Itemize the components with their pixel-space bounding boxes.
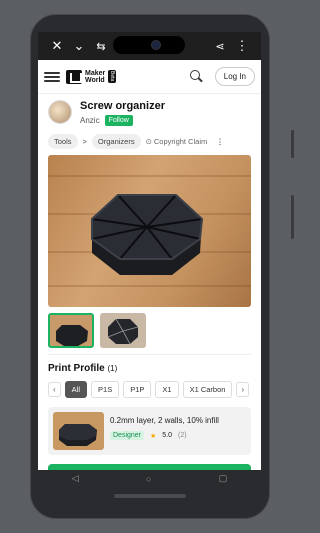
profile-description: 0.2mm layer, 2 walls, 10% infill (110, 416, 219, 425)
star-icon: ★ (150, 432, 157, 440)
rating-count: (2) (178, 432, 187, 439)
organizer-render (91, 194, 204, 275)
chevron-down-icon[interactable]: ⌄ (68, 36, 90, 56)
brand-line1: Maker (85, 69, 106, 77)
tune-icon[interactable]: ⇆ (90, 36, 112, 56)
filter-p1p[interactable]: P1P (123, 381, 152, 398)
gesture-pill (114, 494, 186, 498)
filter-prev-icon[interactable]: ‹ (48, 382, 61, 397)
print-profile-label: Print Profile (48, 363, 105, 374)
app-header: Maker World Beta Log In (38, 60, 261, 94)
printer-filters: ‹ All P1S P1P X1 X1 Carbon › (48, 381, 251, 398)
close-icon[interactable]: ✕ (46, 36, 68, 56)
breadcrumb: Tools > Organizers ⊙ Copyright Claim ⋮ (48, 134, 251, 149)
main-content: Screw organizer Anzic Follow Tools > Org… (38, 94, 261, 470)
filter-x1-carbon[interactable]: X1 Carbon (182, 381, 233, 398)
author-avatar[interactable] (48, 100, 72, 124)
brand-mark-icon (66, 69, 82, 84)
follow-button[interactable]: Follow (104, 115, 133, 126)
breadcrumb-tools[interactable]: Tools (48, 134, 78, 149)
copyright-claim-link[interactable]: ⊙ Copyright Claim (146, 137, 208, 146)
brand-line2: World (85, 76, 105, 84)
camera-cutout (113, 36, 185, 54)
thumbnail-1[interactable] (48, 313, 94, 348)
breadcrumb-separator: > (82, 137, 87, 146)
profile-thumbnail (53, 412, 104, 450)
filter-p1s[interactable]: P1S (91, 381, 120, 398)
print-profile-count: (1) (107, 364, 118, 373)
share-icon[interactable]: ⋖ (209, 36, 231, 56)
print-profile-card[interactable]: 0.2mm layer, 2 walls, 10% infill Designe… (48, 407, 251, 455)
rating-value: 5.0 (162, 432, 173, 439)
more-vert-icon[interactable]: ⋮ (231, 36, 253, 56)
thumbnail-2[interactable] (100, 313, 146, 348)
model-title: Screw organizer (80, 100, 165, 112)
beta-badge: Beta (108, 70, 117, 83)
filter-all[interactable]: All (64, 381, 88, 398)
volume-button (291, 130, 294, 158)
brand-logo[interactable]: Maker World Beta (66, 69, 117, 84)
filter-next-icon[interactable]: › (236, 382, 250, 397)
copyright-icon: ⊙ (145, 137, 152, 146)
login-button[interactable]: Log In (214, 67, 255, 86)
back-nav-icon[interactable]: ◁ (72, 473, 79, 484)
search-icon[interactable] (187, 68, 205, 86)
breadcrumb-organizers[interactable]: Organizers (91, 134, 141, 149)
home-nav-icon[interactable]: ○ (146, 474, 151, 484)
copyright-claim-label: Copyright Claim (153, 137, 208, 146)
filter-x1[interactable]: X1 (155, 381, 179, 398)
power-button (291, 195, 294, 239)
print-profile-title: Print Profile (1) (48, 363, 251, 374)
menu-icon[interactable] (44, 71, 60, 82)
more-options-icon[interactable]: ⋮ (216, 137, 224, 146)
model-main-image[interactable] (48, 155, 251, 307)
recents-nav-icon[interactable]: ▢ (219, 473, 228, 484)
author-name[interactable]: Anzic (80, 116, 100, 125)
system-nav-bar: ◁ ○ ▢ (38, 470, 261, 487)
image-thumbnails (48, 313, 251, 348)
designer-badge: Designer (110, 431, 145, 440)
model-header: Screw organizer Anzic Follow (48, 100, 251, 126)
print-profile-section: Print Profile (1) ‹ All P1S P1P X1 X1 Ca… (48, 354, 251, 455)
